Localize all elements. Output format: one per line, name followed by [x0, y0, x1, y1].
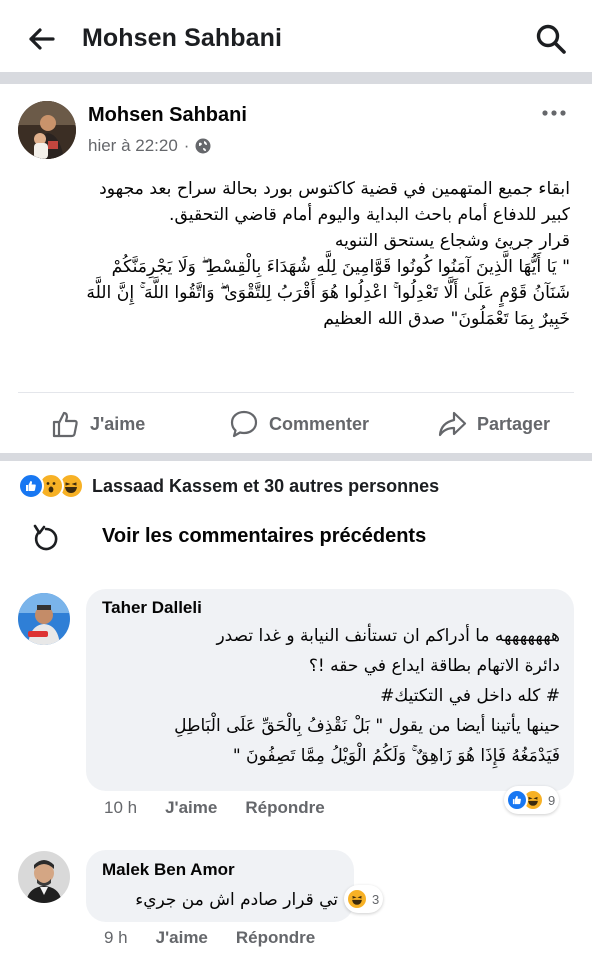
arrow-left-icon[interactable]	[26, 24, 56, 54]
reactions-summary[interactable]: Lassaad Kassem et 30 autres personnes	[18, 472, 439, 500]
like-label: J'aime	[90, 413, 146, 434]
comment-time: 10 h	[104, 798, 138, 817]
comment-reactions[interactable]: 3	[344, 885, 384, 913]
post-line: خَبِيرٌ بِمَا تَعْمَلُونَ" صدق الله العظ…	[323, 309, 570, 329]
like-button[interactable]: J'aime	[50, 407, 145, 441]
comment-icon	[230, 410, 258, 438]
like-reaction-icon	[18, 473, 44, 499]
like-reaction-icon	[506, 789, 528, 811]
more-options-icon[interactable]	[541, 108, 567, 118]
previous-comments-label[interactable]: Voir les commentaires précédents	[102, 525, 426, 548]
post-body: ابقاء جميع المتهمين في قضية كاكتوس بورد …	[22, 176, 570, 332]
reaction-icons	[18, 473, 84, 499]
section-divider	[0, 453, 592, 461]
comment-line: فَيَدْمَغُهُ فَإِذَا هُوَ زَاهِقٌ ۚ وَلَ…	[232, 746, 560, 766]
post-line: قرار جريئ وشجاع يستحق التنويه	[334, 231, 570, 251]
comment-line: دائرة الاتهام بطاقة ايداع في حقه !؟	[308, 656, 560, 676]
comment-button[interactable]: Commenter	[229, 407, 369, 441]
post-line: كبير للدفاع أمام باحث البداية واليوم أما…	[168, 205, 570, 225]
post-line: شَنَآنُ قَوْمٍ عَلَىٰ أَلَّا تَعْدِلُوا …	[86, 283, 570, 303]
comment-line: تي قرار صادم اش من جريء	[135, 890, 338, 910]
comment-reaction-count: 9	[548, 792, 556, 808]
comment-text: تي قرار صادم اش من جريء	[102, 885, 338, 915]
comment-reply-button[interactable]: Répondre	[236, 928, 315, 948]
comment-reaction-count: 3	[372, 891, 380, 907]
author-avatar[interactable]	[18, 101, 76, 159]
author-name[interactable]: Mohsen Sahbani	[88, 104, 247, 127]
comment-text: هههههههه ما أدراكم ان تستأنف النيابة و غ…	[102, 621, 560, 771]
commenter-name[interactable]: Malek Ben Amor	[102, 860, 235, 880]
comment-reply-button[interactable]: Répondre	[245, 798, 324, 818]
top-bar: Mohsen Sahbani	[0, 0, 592, 78]
comment-label: Commenter	[269, 413, 370, 434]
reactions-text: Lassaad Kassem et 30 autres personnes	[92, 475, 440, 496]
post-meta: hier à 22:20 ·	[88, 136, 211, 156]
refresh-icon	[33, 524, 58, 551]
comment-meta: 10 h J'aime Répondre	[104, 798, 325, 818]
comment-line: هههههههه ما أدراكم ان تستأنف النيابة و غ…	[216, 626, 560, 646]
share-label: Partager	[477, 413, 551, 434]
commenter-avatar[interactable]	[18, 851, 70, 903]
share-button[interactable]: Partager	[437, 407, 550, 441]
post-line: " يَا أَيُّهَا الَّذِينَ آمَنُوا كُونُوا…	[111, 257, 570, 277]
commenter-avatar[interactable]	[18, 593, 70, 645]
comment-reactions[interactable]: 9	[504, 786, 560, 814]
comment-line: # كله داخل في التكتيك#	[380, 686, 560, 706]
comment-like-button[interactable]: J'aime	[165, 798, 217, 818]
comment-like-button[interactable]: J'aime	[156, 928, 208, 948]
post-line: ابقاء جميع المتهمين في قضية كاكتوس بورد …	[99, 179, 570, 199]
globe-icon	[195, 138, 211, 154]
section-divider	[0, 72, 592, 84]
comment-line: حينها يأتينا أيضا من يقول " بَلْ نَقْذِف…	[174, 716, 560, 736]
haha-reaction-icon	[346, 888, 368, 910]
page-title: Mohsen Sahbani	[82, 24, 283, 52]
comment-time: 9 h	[104, 928, 128, 947]
search-icon[interactable]	[534, 22, 568, 56]
divider	[18, 392, 574, 393]
commenter-name[interactable]: Taher Dalleli	[102, 598, 202, 618]
post-time[interactable]: hier à 22:20	[88, 136, 178, 156]
share-icon	[438, 411, 467, 437]
thumbs-up-icon	[52, 411, 78, 438]
comment-meta: 9 h J'aime Répondre	[104, 928, 315, 948]
previous-comments-link[interactable]	[28, 520, 64, 556]
